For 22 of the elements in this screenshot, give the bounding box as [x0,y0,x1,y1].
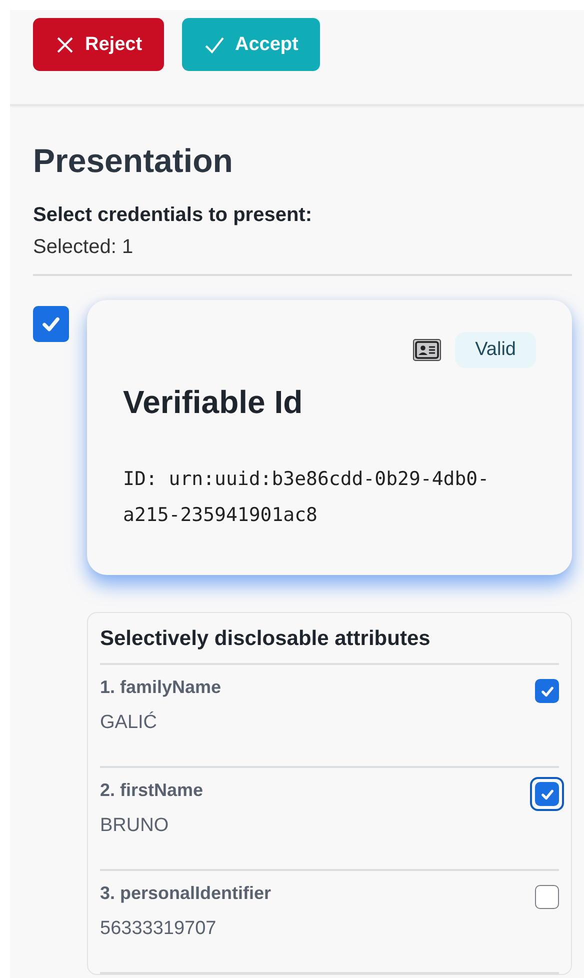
attribute-checkbox[interactable] [535,679,559,703]
attribute-value: BRUNO [100,815,170,837]
attribute-checkbox[interactable] [535,782,559,806]
credential-id: ID: urn:uuid:b3e86cdd-0b29-4db0-a215-235941901ac8 [123,467,490,528]
credential-checkbox[interactable] [33,306,69,342]
attribute-checkbox[interactable] [535,885,559,909]
credential-card[interactable]: Valid Verifiable Id ID: urn:uuid:b3e86cdd-0b29-4db0-a215-235941901ac8 [87,300,572,575]
id-card-icon [413,339,442,361]
attribute-value: GALIĆ [100,712,158,734]
status-badge: Valid [455,332,536,368]
close-icon [55,34,75,54]
selected-count: Selected: 1 [33,236,134,259]
attribute-name: 1. familyName [100,677,222,698]
attribute-name: 3. personalIdentifier [100,883,272,904]
credential-title: Verifiable Id [123,384,304,421]
attributes-heading: Selectively disclosable attributes [100,627,559,665]
check-icon [204,34,225,54]
page-title: Presentation [33,142,234,180]
prompt-label: Select credentials to present: [33,204,313,227]
attribute-value: 56333319707 [100,918,218,940]
attribute-name: 2. firstName [100,780,204,801]
reject-button[interactable]: Reject [33,18,164,71]
